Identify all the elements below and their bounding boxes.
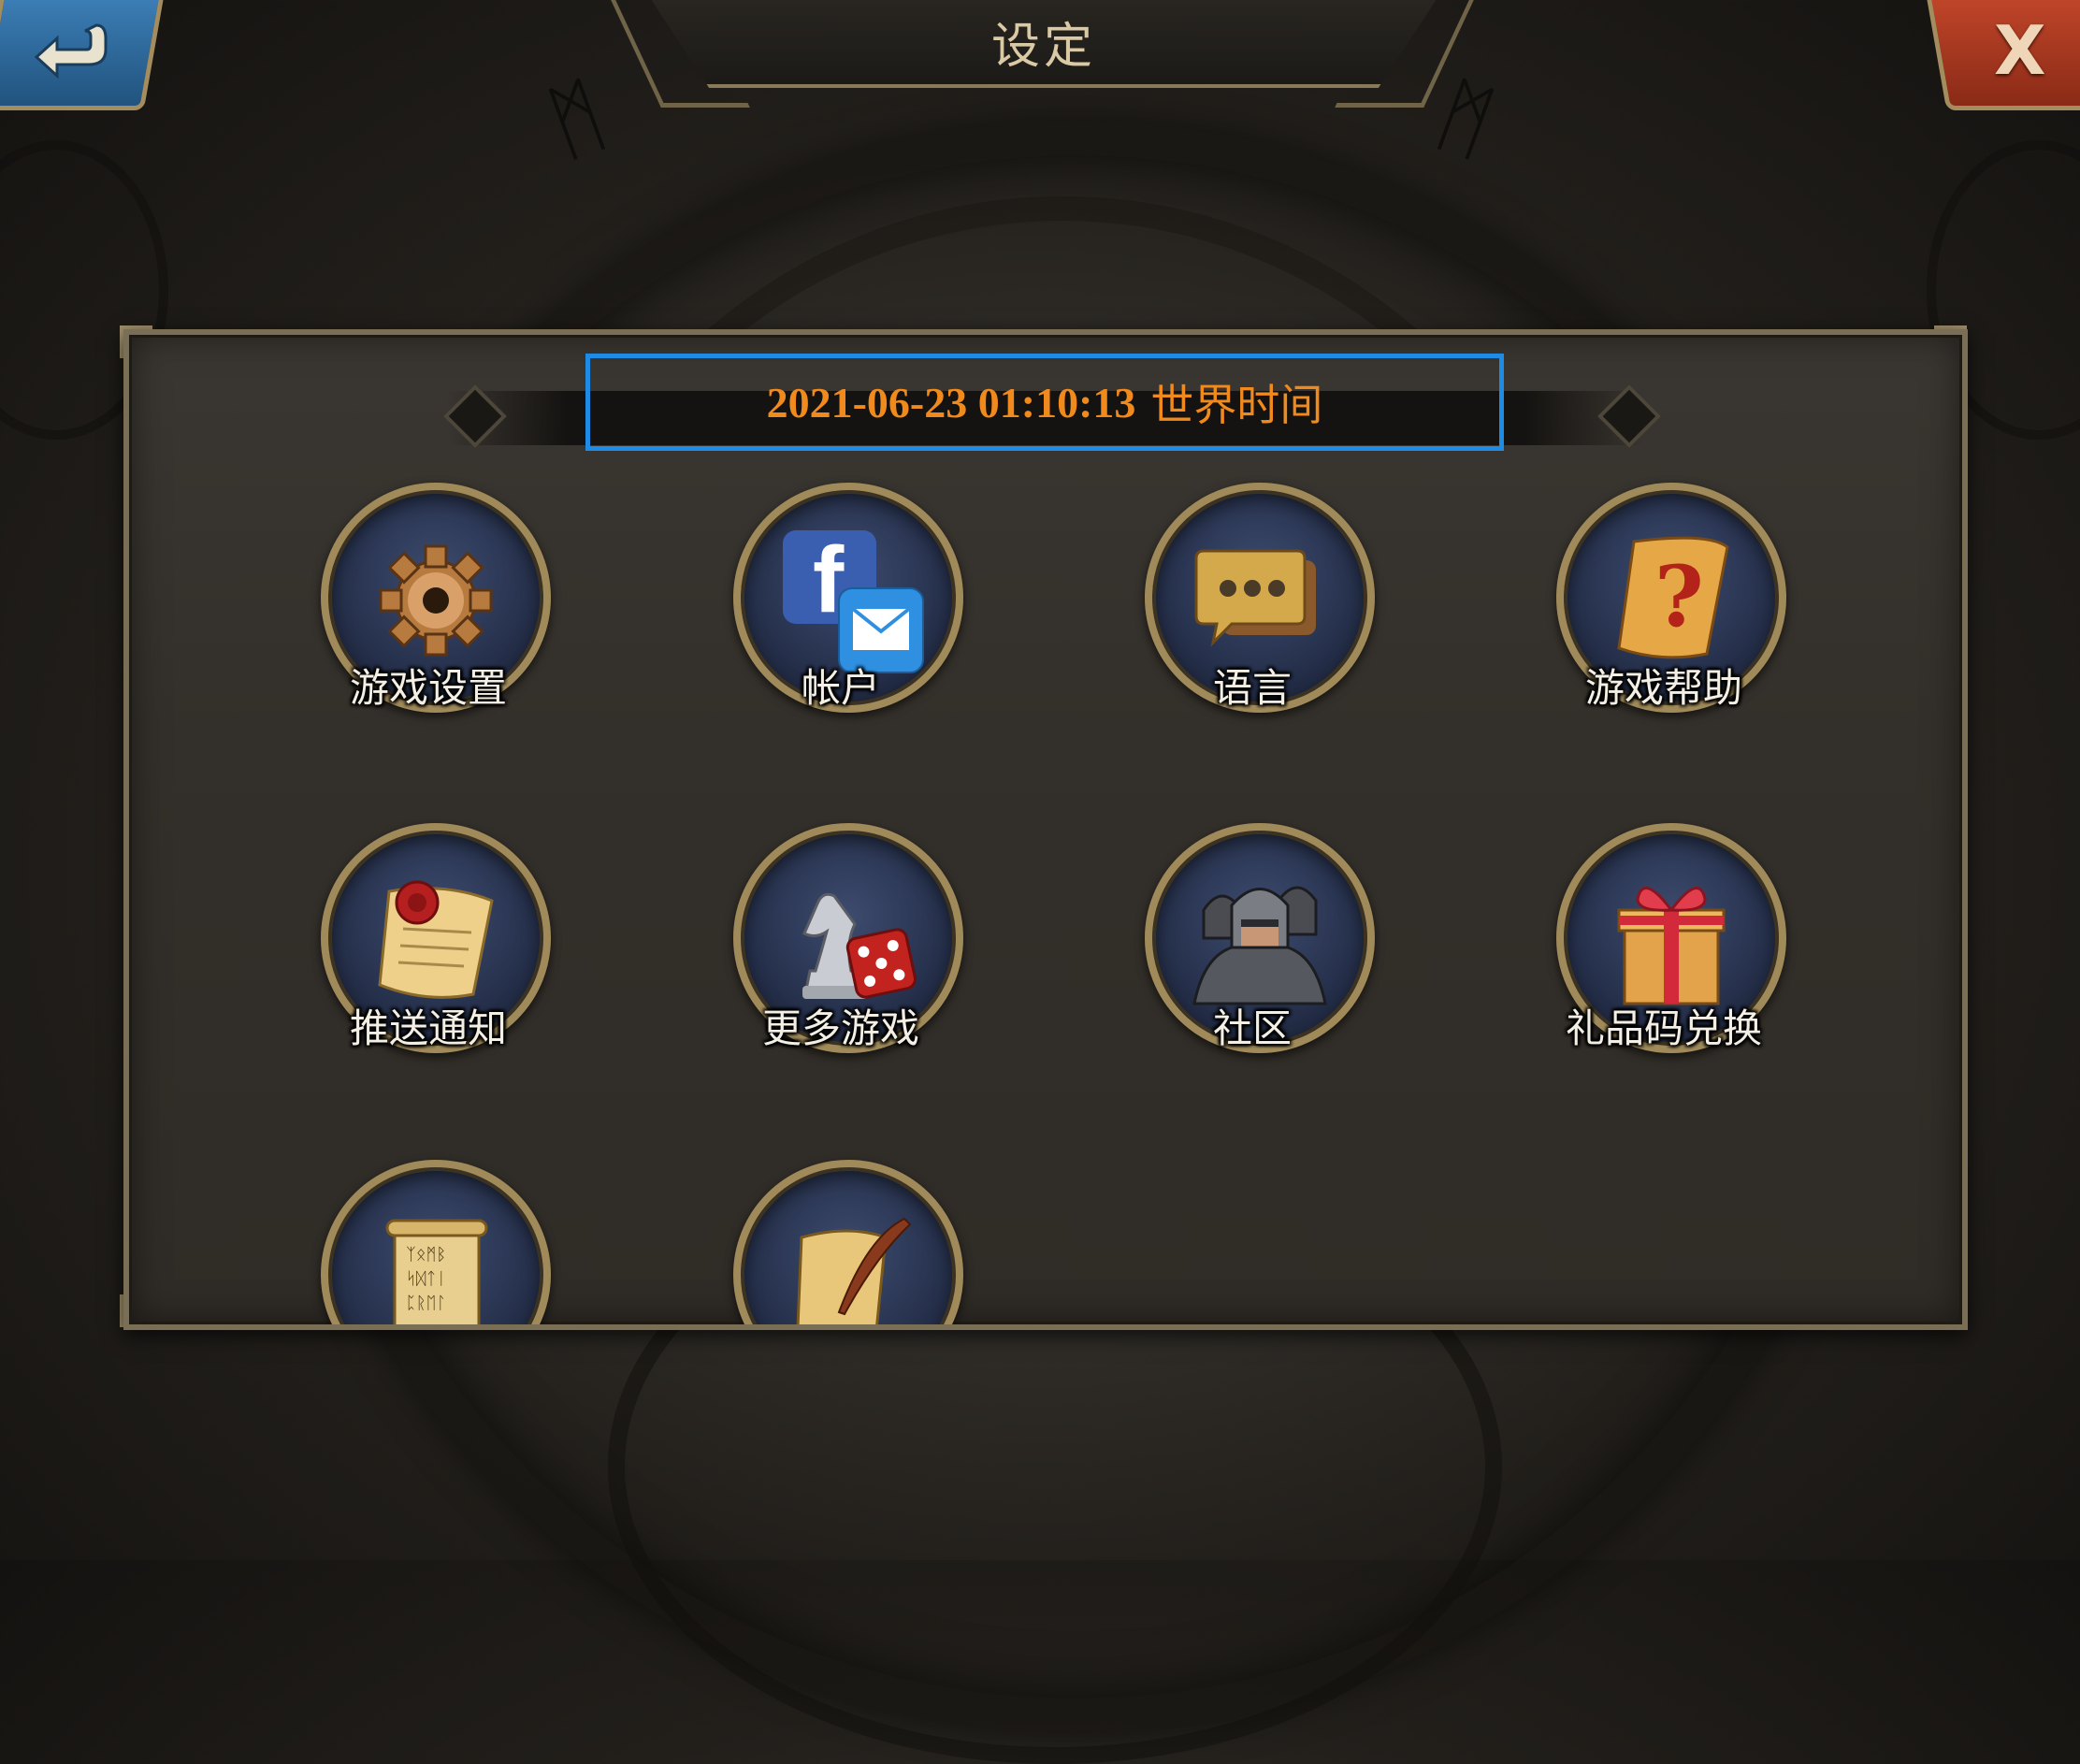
close-button[interactable]: X xyxy=(1925,0,2080,110)
medallion: ᛉᛟᛗᛒ ᛋᛞᛏᛁ ᛈᚱᛖᛚ xyxy=(321,1160,551,1324)
tile-label: 语言 xyxy=(1212,665,1292,711)
account-button[interactable]: f 帐户 xyxy=(701,483,981,763)
world-time-value: 2021-06-23 01:10:13 xyxy=(766,378,1136,427)
close-icon: X xyxy=(1994,11,2046,90)
quill-scroll-icon xyxy=(796,1217,912,1324)
medallion xyxy=(733,1160,963,1324)
rune-scroll-icon: ᛉᛟᛗᛒ ᛋᛞᛏᛁ ᛈᚱᛖᛚ xyxy=(385,1219,488,1324)
tile-label: 社区 xyxy=(1212,1005,1292,1051)
tile-label: 帐户 xyxy=(801,665,880,711)
sealed-scroll-icon xyxy=(378,880,494,999)
quill-scroll-button[interactable] xyxy=(701,1160,981,1324)
back-arrow-icon xyxy=(34,23,107,80)
tile-label: 礼品码兑换 xyxy=(1565,1005,1762,1051)
gift-box-icon xyxy=(1617,887,1726,1005)
tile-label: 推送通知 xyxy=(349,1005,507,1051)
page-title: 设定 xyxy=(990,18,1096,75)
svg-text:ᛋᛞᛏᛁ: ᛋᛞᛏᛁ xyxy=(406,1269,446,1289)
rune-scroll-button[interactable]: ᛉᛟᛗᛒ ᛋᛞᛏᛁ ᛈᚱᛖᛚ xyxy=(288,1160,569,1324)
gear-icon xyxy=(379,544,493,657)
game-settings-button[interactable]: 游戏设置 xyxy=(288,483,569,763)
rune-left: ᛗ xyxy=(536,64,618,175)
chess-dice-icon xyxy=(802,892,917,999)
more-games-button[interactable]: 更多游戏 xyxy=(701,823,981,1104)
svg-text:?: ? xyxy=(1654,547,1704,646)
svg-text:ᛈᚱᛖᛚ: ᛈᚱᛖᛚ xyxy=(406,1294,446,1313)
settings-panel: 2021-06-23 01:10:13 世界时间 游戏设置 f 帐户 语言 ? … xyxy=(123,329,1968,1330)
world-time-label: 世界时间 xyxy=(1150,380,1323,430)
title-plate: 设定 xyxy=(645,0,1442,88)
game-help-button[interactable]: ? 游戏帮助 xyxy=(1524,483,1804,763)
community-button[interactable]: 社区 xyxy=(1112,823,1393,1104)
tile-label: 游戏帮助 xyxy=(1584,665,1742,711)
rune-right: ᛗ xyxy=(1424,64,1507,175)
back-button[interactable] xyxy=(0,0,166,110)
language-button[interactable]: 语言 xyxy=(1112,483,1393,763)
chat-bubble-icon xyxy=(1194,549,1316,647)
gift-code-button[interactable]: 礼品码兑换 xyxy=(1524,823,1804,1104)
world-time-display: 2021-06-23 01:10:13 世界时间 xyxy=(585,354,1504,451)
tile-label: 更多游戏 xyxy=(761,1005,919,1051)
svg-text:ᛉᛟᛗᛒ: ᛉᛟᛗᛒ xyxy=(406,1245,446,1265)
push-notification-button[interactable]: 推送通知 xyxy=(288,823,569,1104)
tile-label: 游戏设置 xyxy=(349,665,507,711)
help-scroll-icon: ? xyxy=(1617,536,1729,659)
